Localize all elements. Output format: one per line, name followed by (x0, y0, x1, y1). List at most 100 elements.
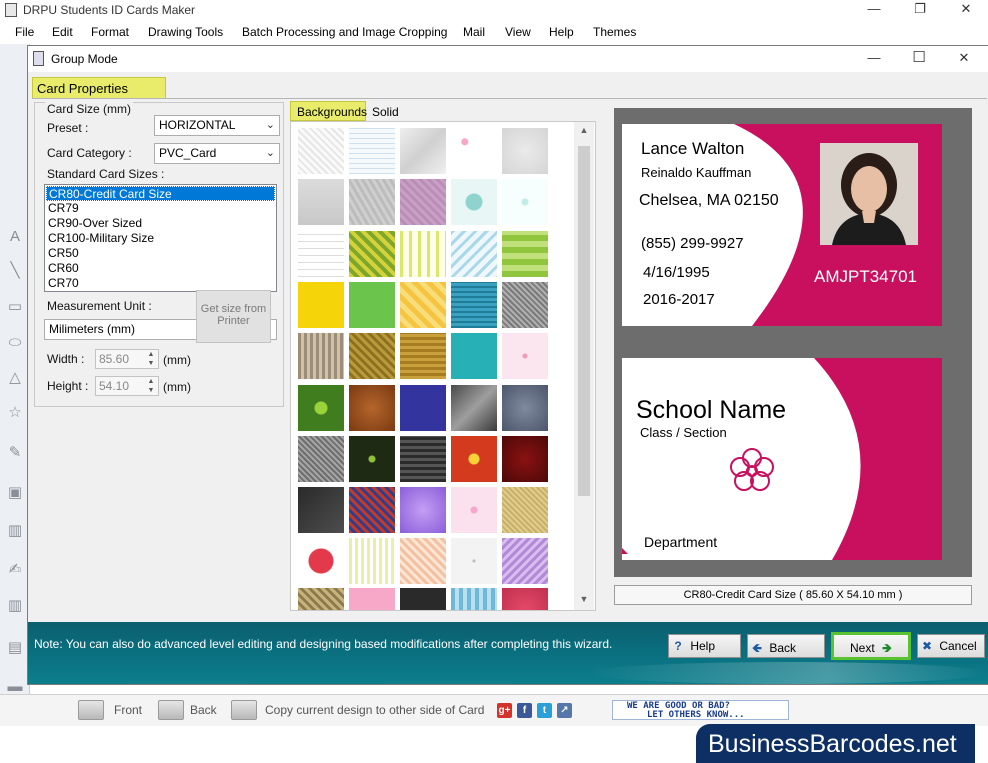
background-swatch[interactable] (502, 538, 548, 584)
tab-card-properties[interactable]: Card Properties (32, 77, 166, 99)
barcode-tool-icon[interactable]: ▥ (6, 597, 24, 615)
background-swatch[interactable] (349, 538, 395, 584)
background-swatch[interactable] (502, 487, 548, 533)
menu-batch-processing[interactable]: Batch Processing and Image Cropping (242, 25, 447, 39)
twitter-icon[interactable]: t (537, 703, 552, 718)
background-swatch[interactable] (502, 588, 548, 610)
help-button[interactable]: ? Help (668, 634, 741, 658)
dialog-minimize-button[interactable]: — (851, 49, 897, 69)
copy-design-button[interactable]: Copy current design to other side of Car… (265, 703, 484, 717)
menu-file[interactable]: File (15, 25, 34, 39)
front-side-icon[interactable] (78, 700, 104, 720)
image-tool-icon[interactable]: ▣ (6, 484, 24, 502)
menu-themes[interactable]: Themes (593, 25, 636, 39)
ellipse-tool-icon[interactable]: ⬭ (6, 334, 24, 352)
front-side-button[interactable]: Front (114, 703, 142, 717)
background-swatch[interactable] (298, 588, 344, 610)
table-tool-icon[interactable]: ▤ (6, 639, 24, 657)
background-swatch[interactable] (298, 385, 344, 431)
background-swatch[interactable] (298, 436, 344, 482)
menu-edit[interactable]: Edit (52, 25, 73, 39)
list-item[interactable]: CR60 (46, 261, 275, 276)
rectangle-tool-icon[interactable]: ▭ (6, 298, 24, 316)
list-item[interactable]: CR50 (46, 246, 275, 261)
background-swatch[interactable] (451, 282, 497, 328)
background-swatch[interactable] (451, 436, 497, 482)
scroll-thumb[interactable] (578, 146, 590, 496)
background-swatch[interactable] (298, 282, 344, 328)
feedback-banner[interactable]: WE ARE GOOD OR BAD? LET OTHERS KNOW... (612, 700, 789, 720)
background-swatch[interactable] (400, 487, 446, 533)
background-swatch[interactable] (400, 333, 446, 379)
background-swatch[interactable] (451, 487, 497, 533)
background-swatch[interactable] (400, 385, 446, 431)
copy-design-icon[interactable] (231, 700, 257, 720)
background-swatch[interactable] (502, 333, 548, 379)
back-button[interactable]: 🡸 Back (747, 634, 825, 658)
pen-tool-icon[interactable]: ✎ (6, 444, 24, 462)
tab-solid-color[interactable]: Solid Color (368, 104, 428, 133)
background-swatch[interactable] (502, 179, 548, 225)
background-swatch[interactable] (349, 487, 395, 533)
background-swatch[interactable] (451, 538, 497, 584)
card-category-dropdown[interactable]: PVC_Card ⌄ (154, 143, 280, 164)
background-swatch[interactable] (298, 333, 344, 379)
background-swatch[interactable] (349, 333, 395, 379)
background-swatch[interactable] (502, 436, 548, 482)
google-plus-icon[interactable]: g+ (497, 703, 512, 718)
next-button[interactable]: Next 🡺 (831, 632, 911, 660)
preset-dropdown[interactable]: HORIZONTAL ⌄ (154, 115, 280, 136)
dialog-close-button[interactable]: ✕ (941, 49, 987, 69)
background-swatch[interactable] (349, 179, 395, 225)
background-swatch[interactable] (502, 231, 548, 277)
background-swatch[interactable] (349, 436, 395, 482)
background-swatch[interactable] (451, 588, 497, 610)
line-tool-icon[interactable]: ╲ (6, 262, 24, 280)
background-swatch[interactable] (298, 538, 344, 584)
spin-arrows-icon[interactable]: ▲ ▼ (145, 350, 157, 368)
background-swatch[interactable] (400, 588, 446, 610)
cancel-button[interactable]: ✖ Cancel (917, 634, 985, 658)
tab-backgrounds[interactable]: Backgrounds (290, 101, 367, 121)
background-swatch[interactable] (349, 588, 395, 610)
text-tool-icon[interactable]: A (6, 228, 24, 246)
facebook-icon[interactable]: f (517, 703, 532, 718)
background-swatch[interactable] (400, 538, 446, 584)
triangle-tool-icon[interactable]: △ (6, 369, 24, 387)
back-side-button[interactable]: Back (190, 703, 217, 717)
background-swatch[interactable] (298, 487, 344, 533)
background-swatch[interactable] (400, 128, 446, 174)
restore-button[interactable]: ❐ (897, 0, 943, 20)
close-button[interactable]: ✕ (943, 0, 988, 20)
list-item[interactable]: CR80-Credit Card Size (46, 186, 275, 201)
spin-arrows-icon[interactable]: ▲ ▼ (145, 377, 157, 395)
background-swatch[interactable] (298, 231, 344, 277)
swatch-scrollbar[interactable]: ▲ ▼ (574, 122, 594, 610)
standard-sizes-list[interactable]: CR80-Credit Card Size CR79 CR90-Over Siz… (44, 184, 277, 292)
height-spinner[interactable]: 54.10 ▲ ▼ (95, 376, 159, 396)
background-swatch[interactable] (349, 231, 395, 277)
background-swatch[interactable] (502, 128, 548, 174)
signature-tool-icon[interactable]: ✍ (6, 561, 24, 579)
width-spinner[interactable]: 85.60 ▲ ▼ (95, 349, 159, 369)
background-swatch[interactable] (349, 282, 395, 328)
background-swatch[interactable] (400, 179, 446, 225)
menu-drawing-tools[interactable]: Drawing Tools (148, 25, 223, 39)
background-swatch[interactable] (349, 385, 395, 431)
menu-view[interactable]: View (505, 25, 531, 39)
list-item[interactable]: CR90-Over Sized (46, 216, 275, 231)
background-swatch[interactable] (451, 128, 497, 174)
library-tool-icon[interactable]: ▥ (6, 522, 24, 540)
background-swatch[interactable] (451, 179, 497, 225)
dialog-maximize-button[interactable]: ☐ (896, 49, 942, 69)
minimize-button[interactable]: — (851, 0, 897, 20)
background-swatch[interactable] (349, 128, 395, 174)
background-swatch[interactable] (451, 385, 497, 431)
background-swatch[interactable] (298, 179, 344, 225)
list-item[interactable]: CR70 (46, 276, 275, 291)
scroll-down-icon[interactable]: ▼ (574, 594, 594, 610)
menu-format[interactable]: Format (91, 25, 129, 39)
background-swatch[interactable] (502, 282, 548, 328)
scroll-up-icon[interactable]: ▲ (574, 125, 594, 141)
menu-mail[interactable]: Mail (463, 25, 485, 39)
